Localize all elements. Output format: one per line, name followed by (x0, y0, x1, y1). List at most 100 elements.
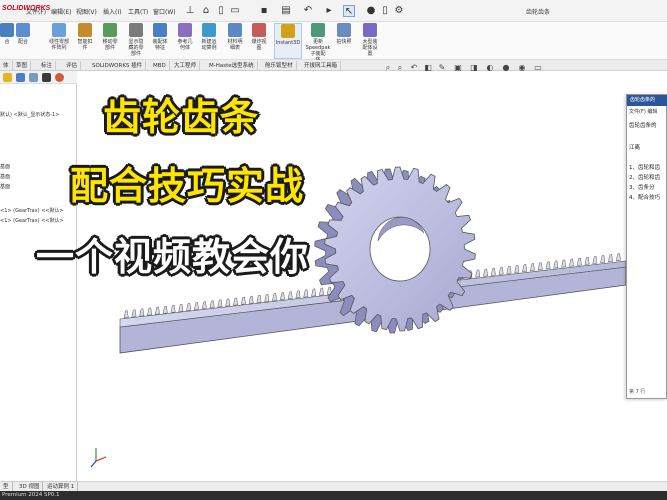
tab-m-haste[interactable]: M-Haste选型系统 (206, 61, 258, 71)
tab-assembly[interactable]: 体 (0, 61, 13, 71)
rack-tooth (592, 255, 598, 264)
print-icon[interactable]: ▤ (280, 5, 292, 17)
display-style-icon[interactable]: ◨ (469, 63, 479, 73)
ribbon-button-mate[interactable]: 配合 (14, 23, 32, 59)
tree-item-rack[interactable]: <1> (GearTrax) <<默认> (0, 217, 64, 224)
new-file-icon[interactable]: ▯ (215, 5, 227, 17)
menu-file[interactable]: 文件(F) (26, 7, 46, 16)
assembly-features-icon (153, 23, 167, 37)
doc-line-item-2: 2、齿轮和齿 (629, 175, 660, 181)
pin-icon[interactable]: ⊥ (184, 5, 196, 17)
ribbon-button-linear-pattern[interactable]: 线性零部 件阵列 (46, 23, 72, 59)
options-gear-icon[interactable]: ⚙ (393, 5, 405, 17)
ribbon-button-instant3d[interactable]: Instant3D (274, 23, 302, 59)
tab-engineer[interactable]: 大工程师 (171, 61, 201, 71)
tab-solidworks-addins[interactable]: SOLIDWORKS 插件 (89, 61, 147, 71)
view-settings-icon[interactable]: ▭ (533, 63, 543, 73)
menu-insert[interactable]: 插入(I) (103, 7, 121, 16)
title-bar: SOLIDWORKS 文件(F) 编辑(E) 视图(V) 插入(I) 工具(T)… (0, 0, 667, 22)
view-orientation-icon[interactable]: ▣ (453, 63, 463, 73)
hide-show-items-icon[interactable]: ◐ (485, 63, 495, 73)
apply-scene-icon[interactable]: ◉ (517, 63, 527, 73)
dimxpert-tab-icon[interactable] (42, 73, 51, 82)
rack-tooth (279, 292, 285, 301)
tab-markup[interactable]: 标注 (38, 61, 57, 71)
zoom-to-fit-icon[interactable]: ⌕ (383, 63, 393, 73)
previous-view-icon[interactable]: ↶ (409, 63, 419, 73)
save-icon[interactable]: ▪ (258, 5, 270, 17)
tab-evaluate[interactable]: 评估 (63, 61, 82, 71)
edit-appearance-icon[interactable]: ● (501, 63, 511, 73)
configuration-manager-tab-icon[interactable] (29, 73, 38, 82)
rack-tooth (529, 263, 535, 272)
doc-page-indicator: 第 7 行 (629, 389, 646, 395)
ribbon-button-move-component[interactable]: 移动零 部件 (99, 23, 121, 59)
display-manager-tab-icon[interactable] (55, 73, 64, 82)
ribbon-button-reference-geometry[interactable]: 参考几 何体 (174, 23, 196, 59)
select-arrow-icon[interactable]: ↖ (343, 5, 355, 17)
menu-tools[interactable]: 工具(T) (128, 7, 148, 16)
rack-tooth (123, 310, 129, 319)
traffic-light-icon[interactable]: ● (365, 5, 377, 17)
open-folder-icon[interactable]: ▭ (229, 5, 241, 17)
ribbon-button-assembly-features[interactable]: 装配体 特征 (150, 23, 170, 59)
bottom-tabs: 型 3D 视图 运动算例 1 (0, 481, 667, 492)
rack-tooth (217, 299, 223, 308)
rack-tooth (553, 260, 559, 269)
tab-sketch[interactable]: 草图 (13, 61, 32, 71)
rack-tooth (483, 268, 488, 277)
ribbon-button-large-assembly[interactable]: 大型装 配体设 置 (357, 23, 383, 59)
rack-tooth (506, 265, 512, 274)
feature-manager-tab-icon[interactable] (3, 73, 12, 82)
tree-item-plane-top[interactable]: 基面 (0, 173, 10, 180)
home-icon[interactable]: ⌂ (200, 5, 212, 17)
ribbon-button-new-motion-study[interactable]: 新建运 动算例 (198, 23, 220, 59)
tree-item-gear[interactable]: <1> (GearTrax) <<默认> (0, 207, 64, 214)
mate-icon (16, 23, 30, 37)
dynamic-annotation-icon[interactable]: ✎ (437, 63, 447, 73)
ribbon-button-smart-fasteners[interactable]: 智能扣 件 (75, 23, 95, 59)
menu-window[interactable]: 窗口(W) (153, 7, 176, 16)
ribbon-button-assembly[interactable]: 合 (0, 23, 14, 59)
document-window[interactable]: 齿轮齿条的 文件(F) 编辑 齿轮齿条的 江离 1、齿轮和齿 2、齿轮和齿 3、… (626, 94, 667, 399)
rack-tooth (193, 302, 199, 311)
menu-edit[interactable]: 编辑(E) (51, 7, 71, 16)
rack-tooth (522, 263, 528, 273)
tab-profile[interactable]: 舱乐钣型材 (262, 61, 297, 71)
window-title: 齿轮齿条 (526, 9, 551, 16)
rack-tooth (256, 294, 262, 303)
rack-tooth (303, 289, 309, 298)
tree-item-plane-front[interactable]: 基面 (0, 163, 10, 170)
tab-toolbox[interactable]: 开拔网工具箱 (301, 61, 342, 71)
menu-view[interactable]: 视图(V) (76, 7, 97, 16)
ribbon-button-show-hidden[interactable]: 显示隐 藏的零 部件 (125, 23, 147, 59)
rack-tooth (475, 269, 481, 278)
tree-item-plane-right[interactable]: 基面 (0, 183, 10, 190)
rack-tooth (264, 293, 270, 302)
undo-icon[interactable]: ↶ (302, 5, 314, 17)
rebuild-icon[interactable]: ▸ (323, 5, 335, 17)
document-window-title[interactable]: 齿轮齿条的 (627, 95, 667, 106)
clipboard-icon[interactable]: ▯ (379, 5, 391, 17)
overlay-title-line-3: 一个视频教会你 (36, 235, 310, 279)
ribbon-button-snapshot[interactable]: 拍快照 (334, 23, 354, 59)
ribbon-button-bom[interactable]: 材料明 细表 (224, 23, 246, 59)
rack-tooth (225, 298, 231, 307)
rack-tooth (139, 308, 145, 317)
doc-line-author: 江离 (629, 145, 641, 151)
doc-line-heading: 齿轮齿条的 (629, 123, 657, 129)
doc-line-item-1: 1、齿轮和齿 (629, 165, 660, 171)
rack-tooth (147, 307, 153, 316)
tree-item-config[interactable]: 默认) <默认_显示状态-1> (0, 111, 59, 118)
zoom-to-area-icon[interactable]: ⌕ (395, 63, 405, 73)
property-manager-tab-icon[interactable] (16, 73, 25, 82)
tab-mbd[interactable]: MBD (150, 61, 170, 71)
ribbon-button-update-speedpak[interactable]: 更新 Speedpak 子装配 体 (304, 23, 332, 63)
rack-tooth (248, 295, 254, 304)
section-view-icon[interactable]: ◧ (423, 63, 433, 73)
ribbon-button-exploded-view[interactable]: 爆炸视 图 (248, 23, 270, 59)
bom-icon (228, 23, 242, 37)
status-bar: Premium 2024 SP0.1 (0, 491, 667, 500)
document-window-menu[interactable]: 文件(F) 编辑 (629, 108, 657, 115)
rack-tooth (545, 261, 551, 270)
